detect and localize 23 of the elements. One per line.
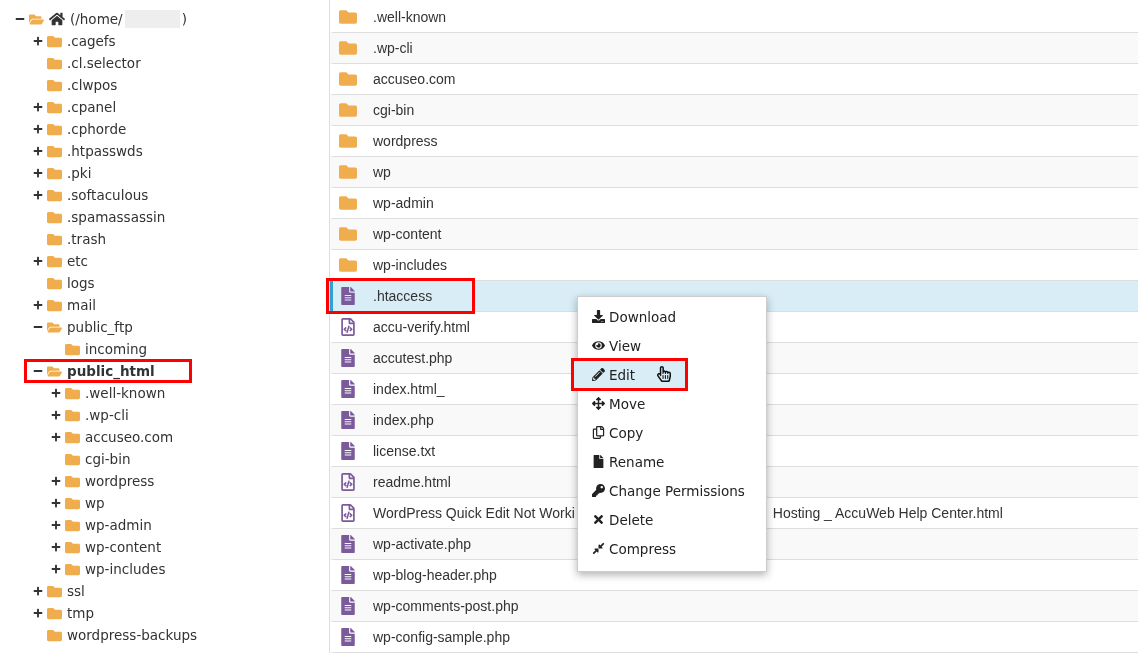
file-name: wordpress bbox=[373, 133, 438, 149]
file-name: accu-verify.html bbox=[373, 319, 470, 335]
file-name: cgi-bin bbox=[373, 102, 415, 118]
file-name: wp-activate.php bbox=[373, 536, 472, 552]
file-name: wp-admin bbox=[373, 195, 434, 211]
file-name: license.txt bbox=[373, 443, 436, 459]
file-name: WordPress Quick Edit Not Worki bbox=[373, 505, 575, 521]
file-name: readme.html bbox=[373, 474, 451, 490]
file-name: wp bbox=[373, 164, 391, 180]
file-name: wp-comments-post.php bbox=[373, 598, 519, 614]
file-name: .htaccess bbox=[329, 281, 473, 311]
file-name: accutest.php bbox=[373, 350, 453, 366]
file-name: wp-includes bbox=[373, 257, 447, 273]
file-name: accuseo.com bbox=[373, 71, 456, 87]
folder-name-end: ) bbox=[181, 11, 187, 27]
file-name: wp-config-sample.php bbox=[373, 629, 510, 645]
file-name: index.html_ bbox=[373, 381, 445, 397]
file-name-end: Hosting _ AccuWeb Help Center.html bbox=[772, 505, 1003, 521]
file-name: wp-blog-header.php bbox=[373, 567, 497, 583]
file-name: .well-known bbox=[373, 9, 447, 25]
file-name: wp-content bbox=[373, 226, 442, 242]
file-name: index.php bbox=[373, 412, 434, 428]
file-name: .wp-cli bbox=[373, 40, 413, 56]
